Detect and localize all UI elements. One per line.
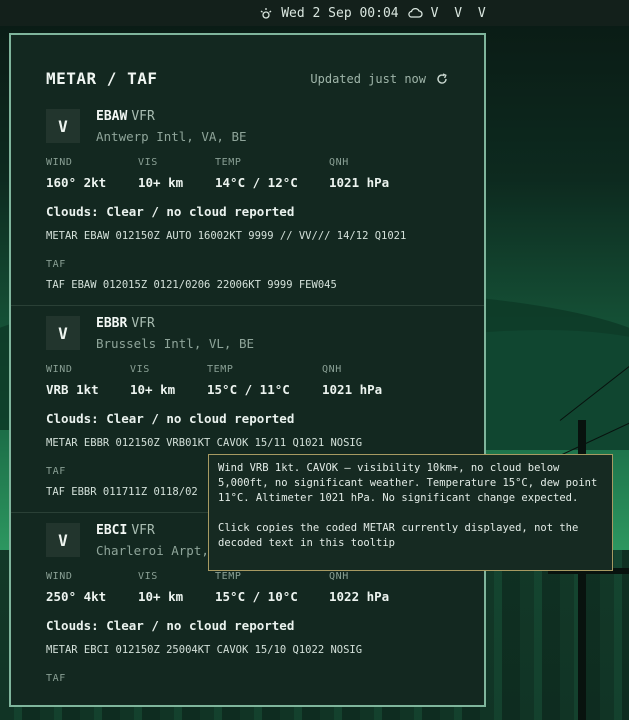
qnh-label: QNH [329,157,349,168]
clouds-summary: Clouds: Clear / no cloud reported [46,411,295,426]
vis-label: VIS [138,157,158,168]
taf-label: TAF [46,259,66,270]
station-location: Brussels Intl, VL, BE [96,336,255,351]
qnh-label: QNH [322,364,342,375]
qnh-value: 1022 hPa [329,589,390,604]
brightness-icon [260,8,272,19]
qnh-label: QNH [329,571,349,582]
wind-label: WIND [46,571,73,582]
top-bar: Wed 2 Sep 00:04 V V V [0,0,629,26]
station-location: Charleroi Arpt, [96,543,209,558]
qnh-value: 1021 hPa [329,175,390,190]
temp-label: TEMP [215,571,242,582]
flight-category-badge: V [46,523,80,557]
vis-value: 10+ km [138,589,184,604]
station-location: Antwerp Intl, VA, BE [96,129,247,144]
flight-category-badge: V [46,109,80,143]
wind-label: WIND [46,157,73,168]
temp-label: TEMP [215,157,242,168]
clouds-summary: Clouds: Clear / no cloud reported [46,618,295,633]
temp-value: 15°C / 10°C [215,589,298,604]
vis-value: 10+ km [130,382,176,397]
refresh-icon[interactable] [436,72,448,85]
qnh-value: 1021 hPa [322,382,383,397]
station-code: EBAW [96,109,128,124]
panel-title: METAR / TAF [46,69,158,88]
tooltip-decoded-text: Wind VRB 1kt. CAVOK — visibility 10km+, … [218,462,598,504]
tooltip-copy-hint: Click copies the coded METAR currently d… [218,522,579,549]
wind-value: 250° 4kt [46,589,107,604]
flight-category-badge: V [46,316,80,350]
temp-label: TEMP [207,364,234,375]
metar-text[interactable]: METAR EBAW 012150Z AUTO 16002KT 9999 // … [46,230,406,242]
taf-text[interactable]: TAF EBAW 012015Z 0121/0206 22006KT 9999 … [46,279,337,291]
vis-value: 10+ km [138,175,184,190]
flight-category: VFR [131,316,155,331]
metar-decode-tooltip: Wind VRB 1kt. CAVOK — visibility 10km+, … [208,454,613,571]
vis-label: VIS [138,571,158,582]
taf-label: TAF [46,673,66,684]
station-code: EBBR [96,316,128,331]
metar-text[interactable]: METAR EBBR 012150Z VRB01KT CAVOK 15/11 Q… [46,437,362,449]
divider [11,305,484,306]
flight-category-indicator[interactable]: V V V [431,6,490,21]
updated-status: Updated just now [310,71,426,86]
flight-category: VFR [131,109,155,124]
station-code: EBCI [96,523,128,538]
weather-cloud-icon[interactable] [407,7,423,19]
metar-taf-panel: METAR / TAF Updated just now V EBAW VFR A… [9,33,486,707]
flight-category: VFR [131,523,155,538]
metar-text[interactable]: METAR EBCI 012150Z 25004KT CAVOK 15/10 Q… [46,644,362,656]
temp-value: 15°C / 11°C [207,382,290,397]
temp-value: 14°C / 12°C [215,175,298,190]
wind-value: VRB 1kt [46,382,99,397]
wind-value: 160° 2kt [46,175,107,190]
vis-label: VIS [130,364,150,375]
clock[interactable]: Wed 2 Sep 00:04 [281,6,398,21]
taf-label: TAF [46,466,66,477]
clouds-summary: Clouds: Clear / no cloud reported [46,204,295,219]
taf-text[interactable]: TAF EBBR 011711Z 0118/02 [46,486,198,498]
wind-label: WIND [46,364,73,375]
